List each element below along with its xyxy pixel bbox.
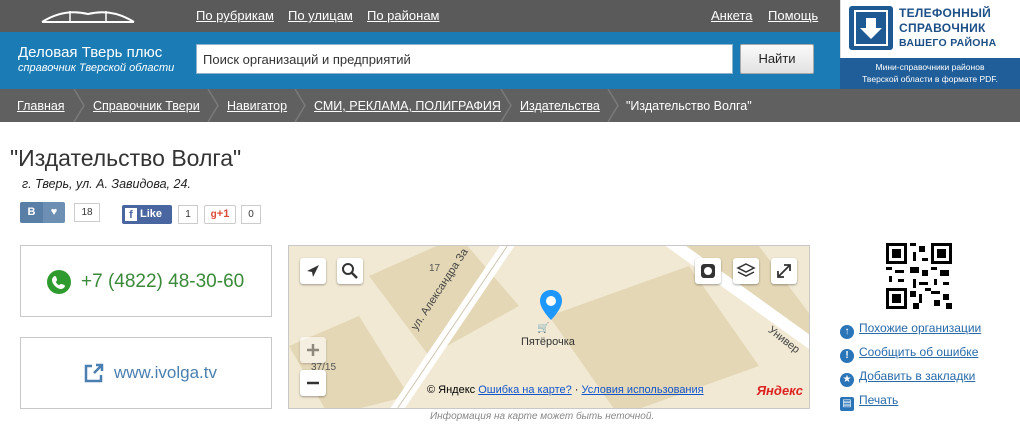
breadcrumb-separator-icon [73, 89, 85, 122]
breadcrumb-home[interactable]: Главная [17, 99, 65, 113]
vk-count: 18 [74, 203, 100, 222]
geolocation-icon[interactable] [300, 258, 326, 284]
breadcrumb-separator-icon [607, 89, 619, 122]
poi-cart-icon: 🛒 [537, 323, 550, 334]
breadcrumb-media[interactable]: СМИ, РЕКЛАМА, ПОЛИГРАФИЯ [314, 99, 501, 113]
yandex-map[interactable]: 17 ул. Александра За Универ 37/15 🛒 Пятё… [288, 245, 810, 409]
print-icon: ▤ [840, 397, 854, 411]
nav-help[interactable]: Помощь [768, 8, 818, 23]
breadcrumb-directory[interactable]: Справочник Твери [93, 99, 200, 113]
promo-sub-2: Тверской области в формате PDF. [862, 74, 998, 84]
nav-by-category[interactable]: По рубрикам [196, 8, 274, 23]
facebook-icon: f [125, 208, 137, 221]
facebook-like-button[interactable]: f Like [122, 205, 172, 224]
map-footer-separator: · [574, 384, 579, 396]
org-address: г. Тверь, ул. А. Завидова, 24. [22, 177, 191, 191]
qr-code-icon [886, 243, 952, 309]
top-bar: По рубрикам По улицам По районам Анкета … [0, 0, 840, 32]
page-title: "Издательство Волга" [10, 145, 242, 171]
vk-share-button[interactable]: В [20, 202, 43, 223]
facebook-count: 1 [178, 205, 198, 224]
promo-line-2: СПРАВОЧНИК [899, 21, 986, 35]
add-bookmark-label: Добавить в закладки [859, 369, 976, 383]
breadcrumb-publishers[interactable]: Издательства [520, 99, 600, 113]
breadcrumb-separator-icon [207, 89, 219, 122]
map-terms-link[interactable]: Условия использования [582, 384, 704, 396]
search-button[interactable]: Найти [740, 44, 814, 74]
external-link-icon [84, 363, 104, 383]
breadcrumb-current: "Издательство Волга" [626, 99, 752, 113]
map-search-icon[interactable] [337, 258, 363, 284]
download-arrow-icon [849, 6, 893, 50]
print-link[interactable]: ▤ Печать [840, 393, 898, 411]
phonebook-promo-banner[interactable]: ТЕЛЕФОННЫЙ СПРАВОЧНИК ВАШЕГО РАЙОНА Мини… [840, 0, 1020, 89]
star-circle-icon: ★ [840, 373, 854, 387]
map-poi-label: Пятёрочка [521, 336, 575, 348]
phone-number[interactable]: +7 (4822) 48-30-60 [81, 271, 244, 293]
phone-card[interactable]: +7 (4822) 48-30-60 [20, 245, 272, 317]
nav-by-district[interactable]: По районам [367, 8, 439, 23]
map-house-17: 17 [429, 263, 441, 274]
gplus-count: 0 [241, 205, 261, 224]
bridge-logo-icon[interactable] [40, 4, 136, 26]
similar-orgs-label: Похожие организации [859, 321, 982, 335]
map-copyright: © Яндекс [427, 384, 476, 396]
traffic-icon[interactable] [695, 258, 721, 284]
arrow-up-circle-icon: ↑ [840, 325, 854, 339]
promo-sub-1: Мини-справочники районов [875, 62, 985, 72]
promo-line-1: ТЕЛЕФОННЫЙ [899, 6, 992, 20]
breadcrumb: Главная Справочник Твери Навигатор СМИ, … [0, 89, 1020, 122]
website-link[interactable]: www.ivolga.tv [114, 363, 217, 383]
nav-by-street[interactable]: По улицам [288, 8, 353, 23]
map-report-error-link[interactable]: Ошибка на карте? [478, 384, 572, 396]
print-label: Печать [859, 393, 899, 407]
zoom-in-icon[interactable] [300, 337, 326, 363]
layers-icon[interactable] [733, 258, 759, 284]
zoom-out-icon[interactable] [300, 370, 326, 396]
vk-like-heart-icon[interactable]: ♥ [43, 202, 65, 223]
similar-orgs-link[interactable]: ↑ Похожие организации [840, 321, 981, 339]
brand-subtitle: справочник Тверской области [18, 62, 175, 74]
fullscreen-icon[interactable] [771, 258, 797, 284]
add-bookmark-link[interactable]: ★ Добавить в закладки [840, 369, 975, 387]
breadcrumb-separator-icon [500, 89, 512, 122]
map-attribution: © Яндекс Ошибка на карте? · Условия испо… [427, 384, 704, 396]
brand-bar: Деловая Тверь плюс справочник Тверской о… [0, 32, 840, 89]
report-error-label: Сообщить об ошибке [859, 345, 979, 359]
breadcrumb-separator-icon [294, 89, 306, 122]
map-disclaimer: Информация на карте может быть неточной. [430, 411, 655, 422]
website-card[interactable]: www.ivolga.tv [20, 337, 272, 409]
facebook-like-label: Like [140, 208, 163, 220]
promo-header: ТЕЛЕФОННЫЙ СПРАВОЧНИК ВАШЕГО РАЙОНА [840, 0, 1020, 58]
phone-icon [47, 270, 71, 294]
breadcrumb-navigator[interactable]: Навигатор [227, 99, 287, 113]
brand-title[interactable]: Деловая Тверь плюс [18, 44, 162, 61]
nav-survey[interactable]: Анкета [711, 8, 753, 23]
gplus-label: +1 [216, 208, 230, 220]
map-pin-icon[interactable] [539, 290, 563, 324]
gplus-button[interactable]: g+1 [204, 205, 236, 224]
exclamation-circle-icon: ! [840, 349, 854, 363]
report-error-link[interactable]: ! Сообщить об ошибке [840, 345, 978, 363]
yandex-logo[interactable]: Яндекс [757, 383, 803, 398]
promo-line-3: ВАШЕГО РАЙОНА [899, 37, 997, 49]
search-input[interactable] [196, 44, 733, 74]
